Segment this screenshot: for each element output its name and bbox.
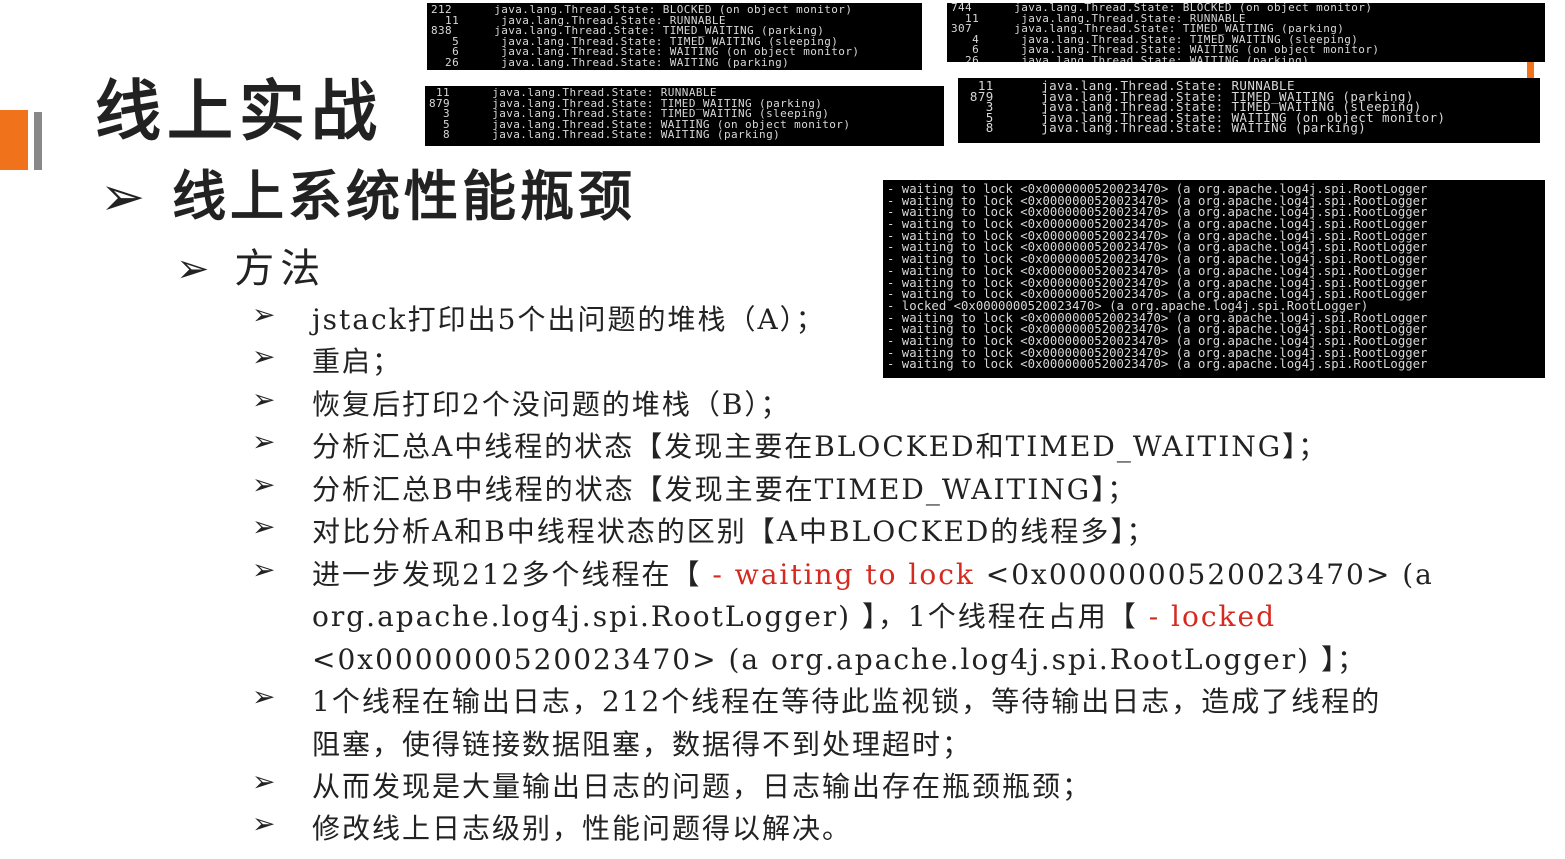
accent-bar-gray — [34, 112, 42, 170]
item-1: jstack打印出5个出问题的堆栈（A）； — [312, 303, 826, 336]
accent-bar — [0, 110, 28, 170]
terminal-thread-states-b2: 11 java.lang.Thread.State: RUNNABLE 879 … — [958, 78, 1540, 143]
item-7-line-1: 进一步发现212多个线程在【 - waiting to lock <0x0000… — [312, 553, 1434, 593]
arrow-bullet-icon: ➢ — [252, 425, 276, 458]
item-6: 对比分析A和B中线程状态的区别【A中BLOCKED的线程多】； — [312, 515, 1157, 548]
terminal-line: - waiting to lock <0x0000000520023470> (… — [887, 357, 1428, 372]
arrow-bullet-icon: ➢ — [252, 680, 276, 713]
item-7-text: org.apache.log4j.spi.RootLogger) 】，1个线程在… — [312, 600, 1149, 633]
slide-title: 线上实战 — [95, 73, 383, 150]
arrow-bullet-icon: ➢ — [100, 165, 150, 228]
item-8-line-2: 阻塞，使得链接数据阻塞，数据得不到处理超时； — [312, 728, 973, 761]
highlight-locked: - locked — [1148, 600, 1277, 633]
item-10: 修改线上日志级别，性能问题得以解决。 — [312, 812, 853, 845]
terminal-lock-log: - waiting to lock <0x0000000520023470> (… — [883, 180, 1545, 378]
arrow-bullet-icon: ➢ — [176, 246, 216, 292]
item-9: 从而发现是大量输出日志的问题，日志输出存在瓶颈瓶颈； — [312, 770, 1093, 803]
terminal-thread-states-b1: 11 java.lang.Thread.State: RUNNABLE 879 j… — [425, 86, 944, 146]
item-4: 分析汇总A中线程的状态【发现主要在BLOCKED和TIMED_WAITING】； — [312, 430, 1329, 463]
item-5: 分析汇总B中线程的状态【发现主要在TIMED_WAITING】； — [312, 473, 1138, 506]
arrow-bullet-icon: ➢ — [252, 468, 276, 501]
subtitle: ➢ 线上系统性能瓶颈 — [100, 152, 636, 231]
item-8-line-1: 1个线程在输出日志，212个线程在等待此监视锁，等待输出日志，造成了线程的 — [312, 685, 1382, 718]
terminal-line: 8 java.lang.Thread.State: WAITING (parki… — [962, 120, 1367, 135]
item-7-text: 进一步发现212多个线程在【 — [312, 558, 713, 591]
accent-bar-small — [1527, 60, 1534, 78]
subtitle-text: 线上系统性能瓶颈 — [172, 165, 637, 228]
arrow-bullet-icon: ➢ — [252, 510, 276, 543]
arrow-bullet-icon: ➢ — [252, 807, 276, 840]
arrow-bullet-icon: ➢ — [252, 340, 276, 373]
arrow-bullet-icon: ➢ — [252, 553, 276, 586]
highlight-waiting: - waiting to lock — [712, 558, 975, 591]
terminal-line: 26 java.lang.Thread.State: WAITING (park… — [431, 55, 790, 69]
item-7-line-2: org.apache.log4j.spi.RootLogger) 】，1个线程在… — [312, 595, 1276, 635]
item-3: 恢复后打印2个没问题的堆栈（B）； — [312, 388, 791, 421]
section-heading: ➢ 方法 — [176, 236, 326, 294]
section-text: 方法 — [234, 246, 327, 292]
terminal-line: 26 java.lang.Thread.State: WAITING (park… — [951, 53, 1310, 62]
arrow-bullet-icon: ➢ — [252, 765, 276, 798]
terminal-thread-states-a2: 744 java.lang.Thread.State: BLOCKED (on … — [947, 3, 1545, 62]
item-2: 重启； — [312, 345, 403, 378]
arrow-bullet-icon: ➢ — [252, 298, 276, 331]
item-7-line-3: <0x0000000520023470> (a org.apache.log4j… — [312, 643, 1367, 676]
item-7-text: <0x0000000520023470> (a — [974, 558, 1434, 591]
terminal-thread-states-a1: 212 java.lang.Thread.State: BLOCKED (on … — [427, 3, 922, 70]
arrow-bullet-icon: ➢ — [252, 383, 276, 416]
terminal-line: 8 java.lang.Thread.State: WAITING (parki… — [429, 128, 781, 141]
